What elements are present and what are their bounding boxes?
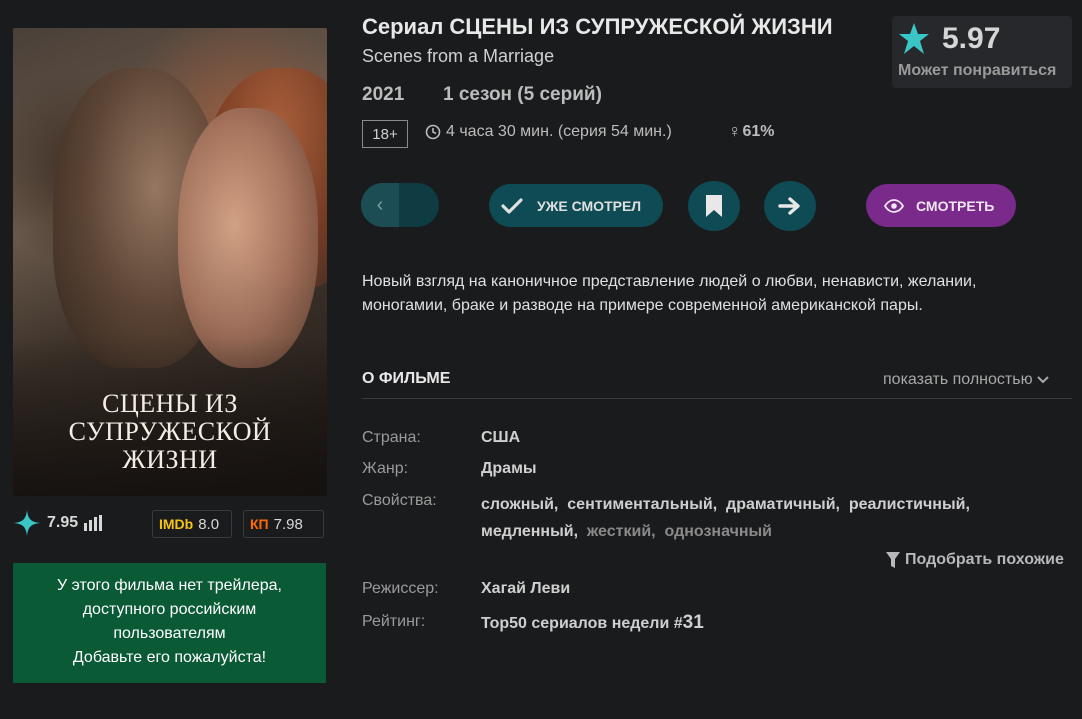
female-icon: ♀ [728, 121, 742, 141]
original-title: Scenes from a Marriage [362, 46, 555, 66]
eye-icon [884, 198, 904, 213]
find-similar-label: Подобрать похожие [905, 551, 1064, 568]
chevron-left-icon: ‹ [361, 183, 399, 227]
rating-value[interactable]: Top50 сериалов недели #31 [481, 612, 704, 634]
director-value[interactable]: Хагай Леви [481, 580, 570, 598]
match-score-label: Может понравиться [898, 62, 1057, 79]
property-tag[interactable]: сентиментальный [567, 496, 712, 513]
rating-label: Рейтинг: [362, 613, 426, 630]
poster-image[interactable]: СЦЕНЫ ИЗ СУПРУЖЕСКОЙ ЖИЗНИ [13, 28, 327, 496]
page-title: Сериал СЦЕНЫ ИЗ СУПРУЖЕСКОЙ ЖИЗНИ [362, 14, 833, 39]
property-tag[interactable]: медленный [481, 523, 574, 540]
rating-text: Top50 сериалов недели # [481, 615, 683, 632]
imdb-label: IMDb [159, 516, 194, 532]
clock-icon [425, 124, 441, 140]
age-rating-badge: 18+ [362, 120, 408, 148]
property-tag[interactable]: реалистичный [849, 496, 966, 513]
bookmark-button[interactable] [688, 181, 740, 231]
no-trailer-note[interactable]: У этого фильма нет трейлера, доступного … [13, 563, 326, 683]
imdb-rating-badge[interactable]: IMDb 8.0 [152, 510, 232, 538]
show-full-link[interactable]: показать полностью [883, 371, 1049, 389]
sparkle-star-icon [14, 510, 40, 536]
already-watched-button[interactable]: УЖЕ СМОТРЕЛ [489, 184, 663, 227]
properties-list: сложный, сентиментальный, драматичный, р… [481, 496, 970, 540]
property-tag[interactable]: сложный [481, 496, 554, 513]
female-audience-value: 61% [742, 122, 775, 140]
watch-label: СМОТРЕТЬ [916, 197, 995, 214]
kp-rating-badge[interactable]: КП 7.98 [243, 510, 324, 538]
own-rating[interactable]: 7.95 [13, 509, 103, 537]
kp-rating-value: 7.98 [273, 515, 303, 533]
bookmark-icon [706, 195, 722, 217]
already-watched-label: УЖЕ СМОТРЕЛ [537, 197, 642, 214]
rating-number: 31 [682, 612, 704, 633]
imdb-rating-value: 8.0 [198, 515, 220, 533]
property-tag[interactable]: драматичный [726, 496, 835, 513]
about-heading: О ФИЛЬМЕ [362, 370, 451, 387]
duration: 4 часа 30 мин. (серия 54 мин.) [425, 123, 672, 141]
genre-label: Жанр: [362, 460, 409, 477]
filter-icon [886, 552, 900, 568]
match-score-card[interactable]: 5.97 Может понравиться [892, 16, 1072, 88]
match-score-value: 5.97 [942, 22, 1001, 55]
share-button[interactable] [764, 181, 816, 231]
property-tag[interactable]: однозначный [665, 523, 773, 540]
find-similar-link[interactable]: Подобрать похожие [885, 551, 1064, 569]
previous-button[interactable]: ‹ [361, 183, 439, 227]
country-value[interactable]: США [481, 429, 520, 447]
property-tag[interactable]: жесткий [587, 523, 651, 540]
arrow-right-icon [778, 197, 800, 215]
rating-bars-icon [84, 515, 103, 531]
show-full-label: показать полностью [883, 371, 1033, 388]
properties-label: Свойства: [362, 492, 437, 509]
season-info: 1 сезон (5 серий) [443, 84, 602, 105]
poster-title: СЦЕНЫ ИЗ СУПРУЖЕСКОЙ ЖИЗНИ [68, 389, 272, 474]
release-year[interactable]: 2021 [362, 84, 404, 106]
duration-text: 4 часа 30 мин. (серия 54 мин.) [446, 123, 672, 140]
divider [362, 398, 1072, 399]
own-rating-value: 7.95 [47, 514, 79, 531]
kp-label: КП [250, 516, 269, 532]
genre-value[interactable]: Драмы [481, 460, 537, 478]
poster-figure-woman [178, 108, 318, 368]
country-label: Страна: [362, 429, 421, 446]
checkmark-icon [501, 197, 523, 214]
watch-button[interactable]: СМОТРЕТЬ [866, 184, 1016, 227]
description: Новый взгляд на каноничное представление… [362, 273, 977, 314]
person-star-icon [899, 23, 929, 54]
director-label: Режиссер: [362, 580, 439, 597]
ratings-row: 7.95 IMDb 8.0 КП 7.98 [13, 508, 327, 538]
female-audience: ♀ 61% [728, 121, 775, 142]
chevron-down-icon [1036, 376, 1049, 384]
